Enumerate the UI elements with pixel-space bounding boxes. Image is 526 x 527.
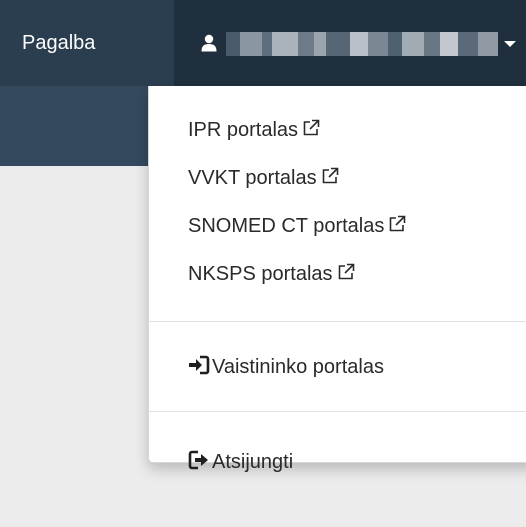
- username-blur-block: [226, 32, 240, 56]
- user-dropdown-menu: IPR portalas VVKT portalas SNOMED CT por…: [148, 86, 526, 473]
- username-blur-block: [388, 32, 402, 56]
- menu-item-vvkt-portal[interactable]: VVKT portalas: [149, 154, 526, 202]
- external-link-icon: [303, 119, 320, 136]
- menu-item-snomed-portal[interactable]: SNOMED CT portalas: [149, 202, 526, 250]
- sign-in-icon: [189, 355, 210, 375]
- user-menu-toggle[interactable]: [174, 0, 526, 86]
- external-link-icon: [322, 167, 338, 184]
- menu-item-logout[interactable]: Atsijungti: [149, 438, 526, 486]
- menu-item-label: IPR portalas: [188, 119, 299, 141]
- help-link[interactable]: Pagalba: [22, 0, 95, 86]
- username-blur-block: [326, 32, 350, 56]
- username-blur-block: [314, 32, 326, 56]
- username-blur-block: [240, 32, 262, 56]
- username-blur-block: [262, 32, 272, 56]
- menu-item-label: SNOMED CT portalas: [188, 215, 385, 237]
- menu-item-pharmacist-portal[interactable]: Vaistininko portalas: [149, 343, 526, 391]
- username-blur-block: [458, 32, 478, 56]
- username-blur-block: [478, 32, 498, 56]
- external-link-icon: [390, 215, 406, 232]
- menu-item-label: Atsijungti: [212, 451, 294, 473]
- menu-item-nksps-portal[interactable]: NKSPS portalas: [149, 250, 526, 298]
- menu-item-label: NKSPS portalas: [188, 263, 333, 285]
- user-icon: [201, 34, 217, 52]
- username-blur-block: [440, 32, 458, 56]
- username-blur-block: [350, 32, 368, 56]
- menu-item-ipr-portal[interactable]: IPR portalas: [149, 106, 526, 154]
- menu-item-label: Vaistininko portalas: [212, 356, 384, 378]
- chevron-down-icon: [504, 41, 516, 47]
- username-blur-block: [368, 32, 388, 56]
- top-navbar: Pagalba: [0, 0, 526, 86]
- menu-divider: [149, 411, 526, 412]
- username-blur-block: [298, 32, 314, 56]
- username-blur-block: [272, 32, 298, 56]
- external-link-icon: [338, 263, 354, 280]
- menu-item-label: VVKT portalas: [188, 167, 317, 189]
- username-blur-block: [424, 32, 440, 56]
- username-blurred: [226, 32, 498, 56]
- sign-out-icon: [188, 450, 208, 470]
- menu-divider: [149, 321, 526, 322]
- username-blur-block: [402, 32, 424, 56]
